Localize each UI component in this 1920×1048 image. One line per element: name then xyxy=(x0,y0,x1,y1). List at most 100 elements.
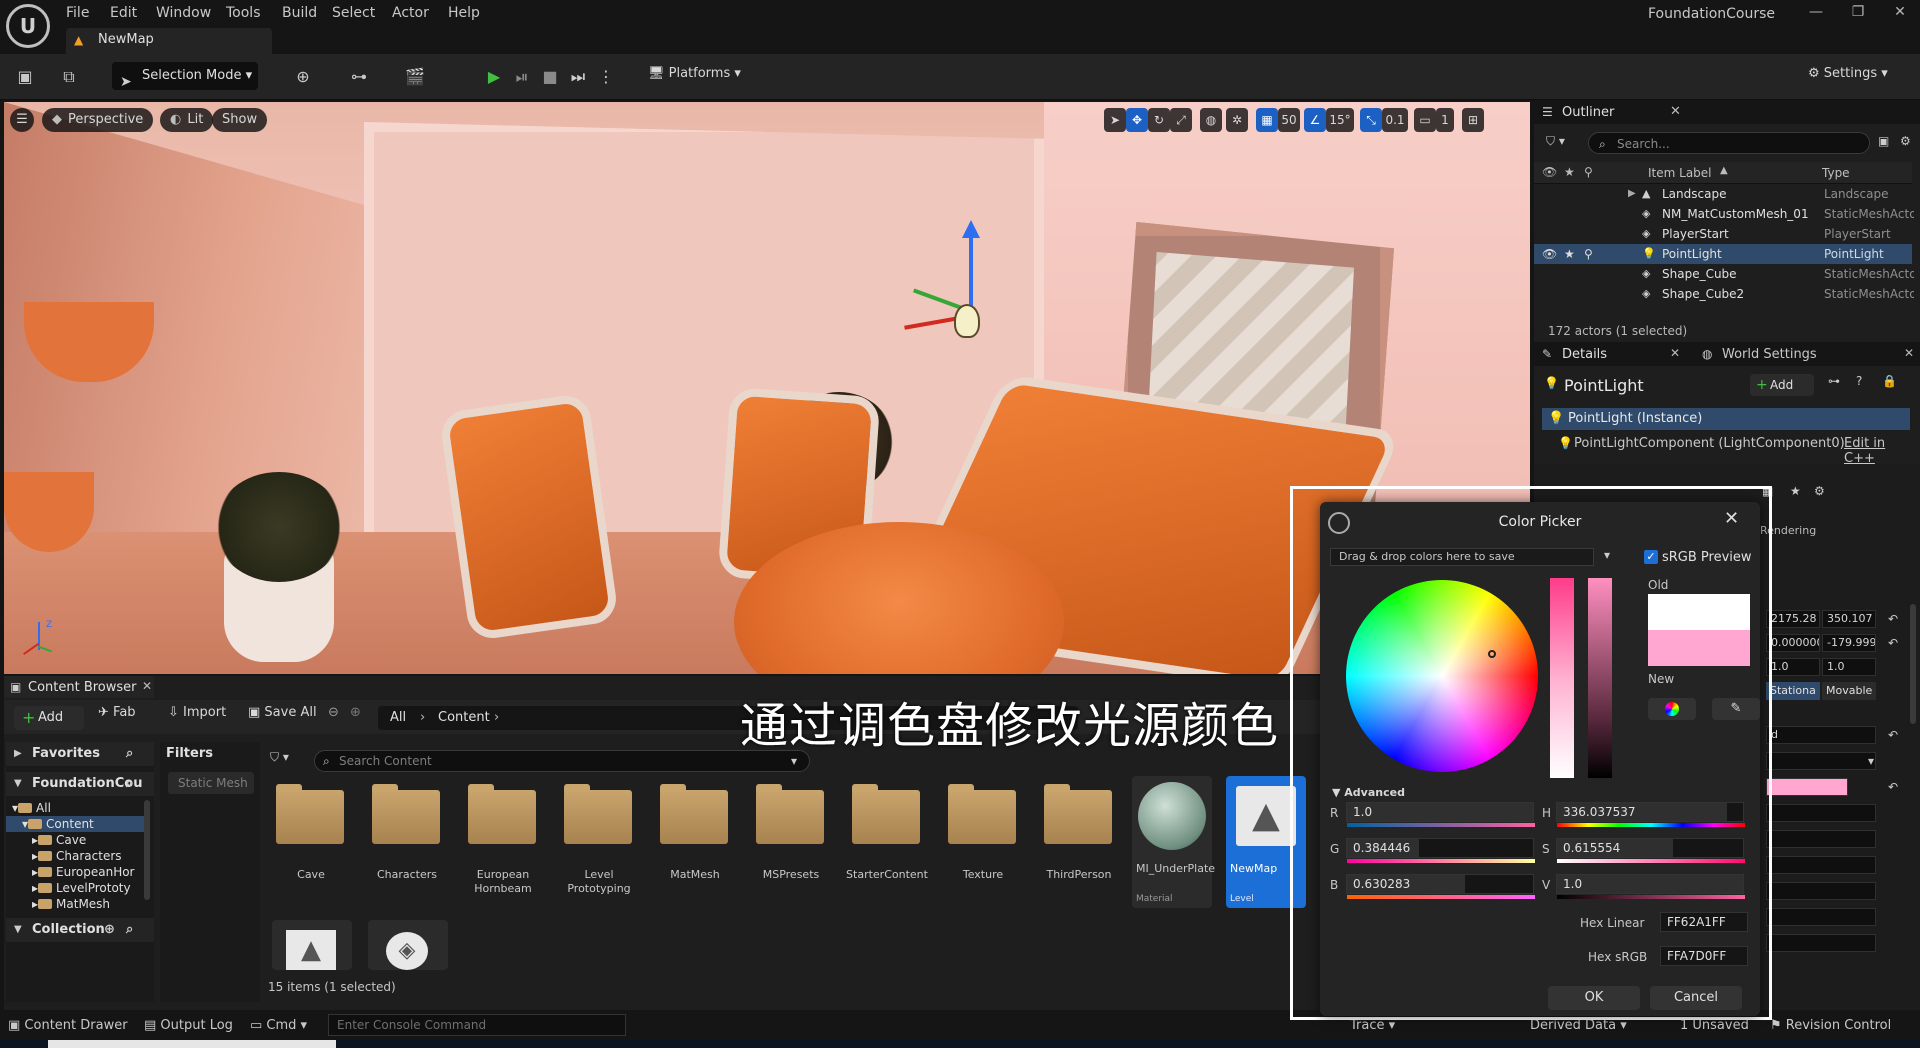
scale-y-field[interactable]: 1.0 xyxy=(1766,658,1820,676)
gear-icon[interactable]: ⚙ xyxy=(1814,484,1825,498)
platforms-button[interactable]: 🖥 Platforms ▾ xyxy=(648,66,741,81)
visibility-icon[interactable]: 👁 xyxy=(1542,244,1557,264)
pin-icon[interactable]: ⚲ xyxy=(1584,244,1593,264)
color-theme-drop-area[interactable]: Drag & drop colors here to save xyxy=(1330,548,1594,566)
star-icon[interactable]: ★ xyxy=(1564,244,1575,264)
menu-edit[interactable]: Edit xyxy=(110,3,137,23)
rotation-z-field[interactable]: -179.999 xyxy=(1822,634,1876,652)
outliner-row[interactable]: ▶ ▲ Landscape Landscape xyxy=(1534,184,1912,204)
lock-icon[interactable]: 🔒 xyxy=(1882,374,1897,388)
translate-tool-icon[interactable]: ✥ xyxy=(1126,108,1148,132)
pin-icon[interactable]: ⚲ xyxy=(1584,165,1593,179)
unsaved-button[interactable]: 1 Unsaved xyxy=(1680,1018,1749,1033)
search-icon[interactable]: ⌕ xyxy=(126,918,133,942)
revision-control-button[interactable]: ⚑ Revision Control xyxy=(1770,1018,1891,1033)
add-collection-icon[interactable]: ⊕ xyxy=(104,918,115,942)
restore-icon[interactable]: ❐ xyxy=(1838,2,1878,22)
chevron-down-icon[interactable]: ▾ xyxy=(1604,548,1610,562)
menu-window[interactable]: Window xyxy=(156,3,211,23)
scale-snap-value[interactable]: 0.1 xyxy=(1382,108,1408,132)
reset-icon[interactable]: ↶ xyxy=(1888,612,1898,626)
visibility-icon[interactable]: 👁 xyxy=(1542,165,1557,179)
tree-scrollbar[interactable] xyxy=(144,800,150,900)
search-icon[interactable]: ⌕ xyxy=(126,772,133,796)
rotation-snap-value[interactable]: 15° xyxy=(1326,108,1354,132)
viewport-menu-icon[interactable]: ☰ xyxy=(10,108,34,132)
derived-data-button[interactable]: Derived Data ▾ xyxy=(1530,1018,1627,1033)
reset-icon[interactable]: ↶ xyxy=(1888,636,1898,650)
close-window-icon[interactable]: ✕ xyxy=(1880,2,1920,22)
close-icon[interactable]: ✕ xyxy=(1670,346,1680,360)
add-component-button[interactable]: + Add xyxy=(1750,374,1814,396)
tree-item-all[interactable]: ▾ All xyxy=(6,800,148,816)
content-drawer-button[interactable]: ▣ Content Drawer xyxy=(8,1018,128,1033)
star-icon[interactable]: ★ xyxy=(1790,484,1801,498)
property-field[interactable] xyxy=(1766,908,1876,926)
add-button[interactable]: + Add xyxy=(14,706,84,730)
r-slider[interactable]: 1.0 xyxy=(1346,802,1535,827)
taskbar-active-item[interactable] xyxy=(48,1040,336,1048)
h-slider[interactable]: 336.037537 xyxy=(1556,802,1745,827)
menu-tools[interactable]: Tools xyxy=(226,3,261,23)
star-icon[interactable]: ★ xyxy=(1564,165,1575,179)
light-component-row[interactable]: PointLightComponent (LightComponent0) xyxy=(1574,436,1845,451)
expand-icon[interactable]: ▶ xyxy=(1628,184,1636,204)
grid-snap-icon[interactable]: ▦ xyxy=(1256,108,1278,132)
property-dropdown[interactable] xyxy=(1766,752,1876,770)
import-button[interactable]: ⇩ Import xyxy=(168,705,226,720)
rotation-y-field[interactable]: 0.000000 xyxy=(1766,634,1820,652)
close-icon[interactable]: ✕ xyxy=(1904,346,1914,360)
show-button[interactable]: Show xyxy=(212,108,268,132)
selection-mode-dropdown[interactable]: ➤ Selection Mode ▾ xyxy=(112,62,258,90)
grid-snap-value[interactable]: 50 xyxy=(1278,108,1300,132)
column-type[interactable]: Type xyxy=(1822,166,1850,180)
add-folder-icon[interactable]: ▣ xyxy=(1878,134,1889,148)
content-browser-tab[interactable]: ▣ Content Browser ✕ xyxy=(4,676,154,698)
asset-folder[interactable]: MatMesh xyxy=(656,782,734,914)
asset-folder[interactable]: Level Prototyping xyxy=(560,782,638,914)
favorites-section[interactable]: ▶ Favorites ⌕ xyxy=(6,742,154,766)
help-icon[interactable]: ? xyxy=(1856,374,1862,388)
rotate-tool-icon[interactable]: ↻ xyxy=(1148,108,1170,132)
tree-item-european-hornbeam[interactable]: ▸ EuropeanHor xyxy=(6,864,148,880)
rotation-snap-icon[interactable]: ∠ xyxy=(1304,108,1326,132)
value-slider[interactable] xyxy=(1588,578,1612,778)
outliner-row-selected[interactable]: 👁 ★ ⚲ 💡 PointLight PointLight xyxy=(1534,244,1912,264)
location-z-field[interactable]: 350.107 xyxy=(1822,610,1876,628)
select-tool-icon[interactable]: ➤ xyxy=(1104,108,1126,132)
scale-tool-icon[interactable]: ⤢ xyxy=(1170,108,1192,132)
unreal-logo-icon[interactable]: U xyxy=(6,4,50,48)
asset-folder[interactable]: European Hornbeam xyxy=(464,782,542,914)
details-scrollbar[interactable] xyxy=(1910,604,1916,724)
tree-item-cave[interactable]: ▸ Cave xyxy=(6,832,148,848)
camera-speed-value[interactable]: 1 xyxy=(1436,108,1454,132)
srgb-preview-checkbox[interactable]: ✓ xyxy=(1644,550,1658,564)
outliner-row[interactable]: ◈ Shape_Cube2 StaticMeshActor xyxy=(1534,284,1914,304)
history-forward-icon[interactable]: ⊕ xyxy=(350,705,361,720)
browse-icon[interactable]: ⧉ xyxy=(58,66,80,88)
search-icon[interactable]: ⌕ xyxy=(126,742,133,766)
close-icon[interactable]: ✕ xyxy=(142,679,152,693)
stop-icon[interactable]: ■ xyxy=(540,66,560,88)
reset-icon[interactable]: ↶ xyxy=(1888,728,1898,742)
details-actor-name[interactable]: PointLight xyxy=(1564,376,1644,395)
perspective-button[interactable]: ◆ Perspective xyxy=(42,108,154,132)
cmd-dropdown[interactable]: ▭ Cmd ▾ xyxy=(250,1018,307,1033)
content-search-input[interactable]: ⌕ Search Content ▾ xyxy=(314,750,810,772)
more-options-icon[interactable]: ⋮ xyxy=(596,66,616,88)
gizmo-z-arrow[interactable] xyxy=(962,220,980,238)
blueprint-icon[interactable]: ⊶ xyxy=(348,66,370,88)
color-wheel-marker[interactable] xyxy=(1488,650,1496,658)
menu-select[interactable]: Select xyxy=(332,3,375,23)
trace-button[interactable]: Trace ▾ xyxy=(1350,1018,1395,1033)
hex-srgb-input[interactable]: FFA7D0FF xyxy=(1660,946,1748,966)
filter-chip-static-mesh[interactable]: Static Mesh xyxy=(168,772,254,794)
tab-details[interactable]: Details xyxy=(1562,347,1607,362)
project-section[interactable]: ▼ FoundationCou ⌕ xyxy=(6,772,154,796)
property-field[interactable] xyxy=(1766,830,1876,848)
asset-folder[interactable]: StarterContent xyxy=(846,782,928,914)
world-space-icon[interactable]: ◍ xyxy=(1200,108,1222,132)
cinematics-icon[interactable]: 🎬 xyxy=(404,66,426,88)
surface-snap-icon[interactable]: ✲ xyxy=(1226,108,1248,132)
output-log-button[interactable]: ▤ Output Log xyxy=(144,1018,233,1033)
